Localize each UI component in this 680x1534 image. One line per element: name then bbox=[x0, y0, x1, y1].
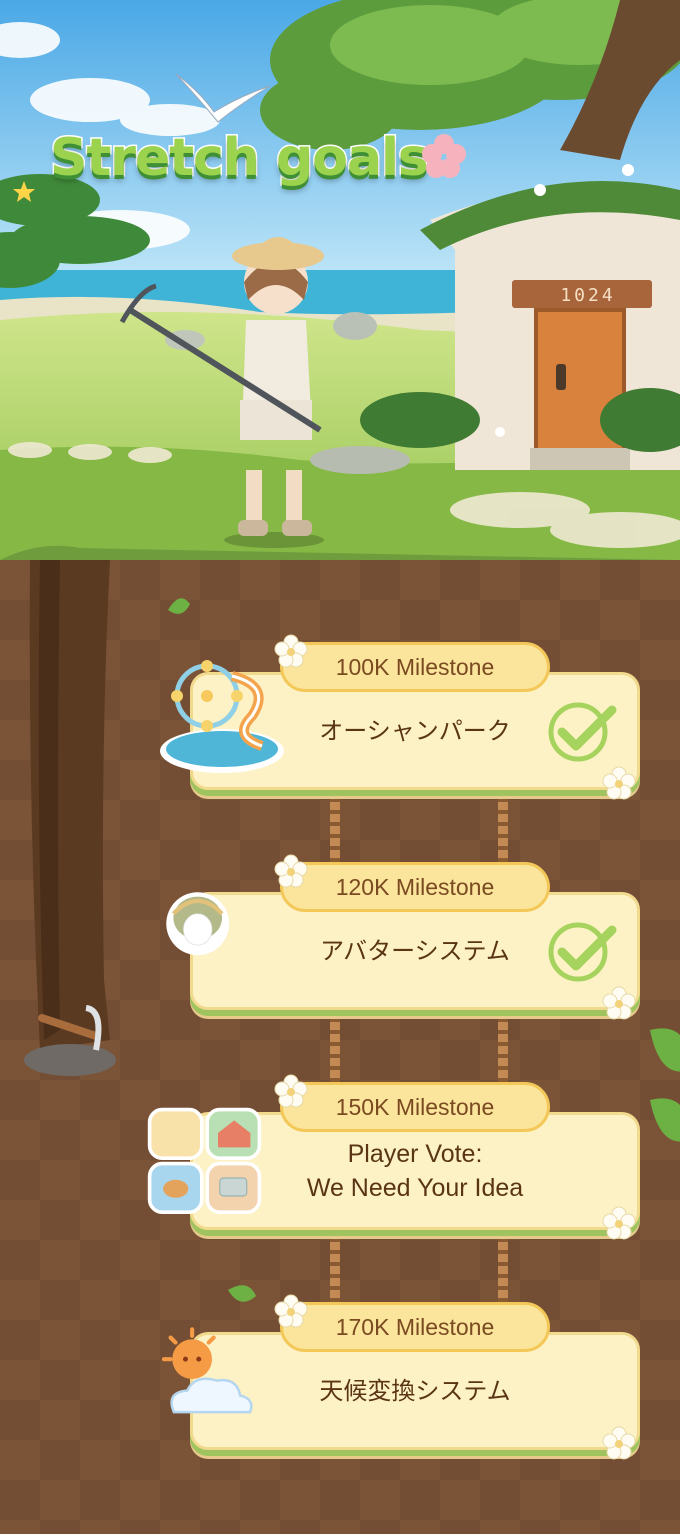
milestone-badge: 100K Milestone bbox=[280, 642, 550, 692]
page-title: Stretch goals bbox=[49, 127, 431, 190]
milestone-reward-text: 天候変換システム bbox=[319, 1377, 511, 1405]
stretch-goals-page: 1024 Stretch goals 100K Milestone オーシャンパ… bbox=[0, 0, 680, 1534]
milestone-reward-text: Player Vote: We Need Your Idea bbox=[306, 1140, 524, 1202]
milestone-card-100k: 100K Milestone オーシャンパーク bbox=[160, 634, 640, 800]
milestone-card-170k: 170K Milestone 天候変換システム bbox=[161, 1294, 640, 1460]
flower-icon bbox=[274, 1294, 308, 1328]
completed-check-icon bbox=[548, 922, 617, 982]
avatar-head-icon bbox=[166, 892, 230, 956]
milestone-reward-text: アバターシステム bbox=[320, 937, 510, 965]
flower-icon bbox=[602, 1426, 636, 1460]
flower-icon bbox=[602, 1206, 636, 1240]
milestone-badge: 150K Milestone bbox=[280, 1082, 550, 1132]
title-banner: Stretch goals bbox=[13, 120, 466, 210]
milestone-card-120k: 120K Milestone アバターシステム bbox=[166, 854, 640, 1020]
completed-check-icon bbox=[548, 702, 617, 762]
flower-icon bbox=[602, 986, 636, 1020]
milestone-badge: 170K Milestone bbox=[280, 1302, 550, 1352]
milestone-card-150k: 150K Milestone Player Vote: We Need Your … bbox=[147, 1074, 640, 1240]
flower-icon bbox=[274, 634, 308, 668]
star-icon bbox=[13, 181, 35, 202]
house-number: 1024 bbox=[560, 285, 615, 306]
island-scene-illustration: 1024 bbox=[0, 0, 680, 590]
milestone-reward-text: オーシャンパーク bbox=[319, 717, 511, 745]
flower-icon bbox=[274, 854, 308, 888]
flower-icon bbox=[422, 134, 466, 178]
milestone-badge: 120K Milestone bbox=[280, 862, 550, 912]
flower-icon bbox=[602, 766, 636, 800]
flower-icon bbox=[274, 1074, 308, 1108]
